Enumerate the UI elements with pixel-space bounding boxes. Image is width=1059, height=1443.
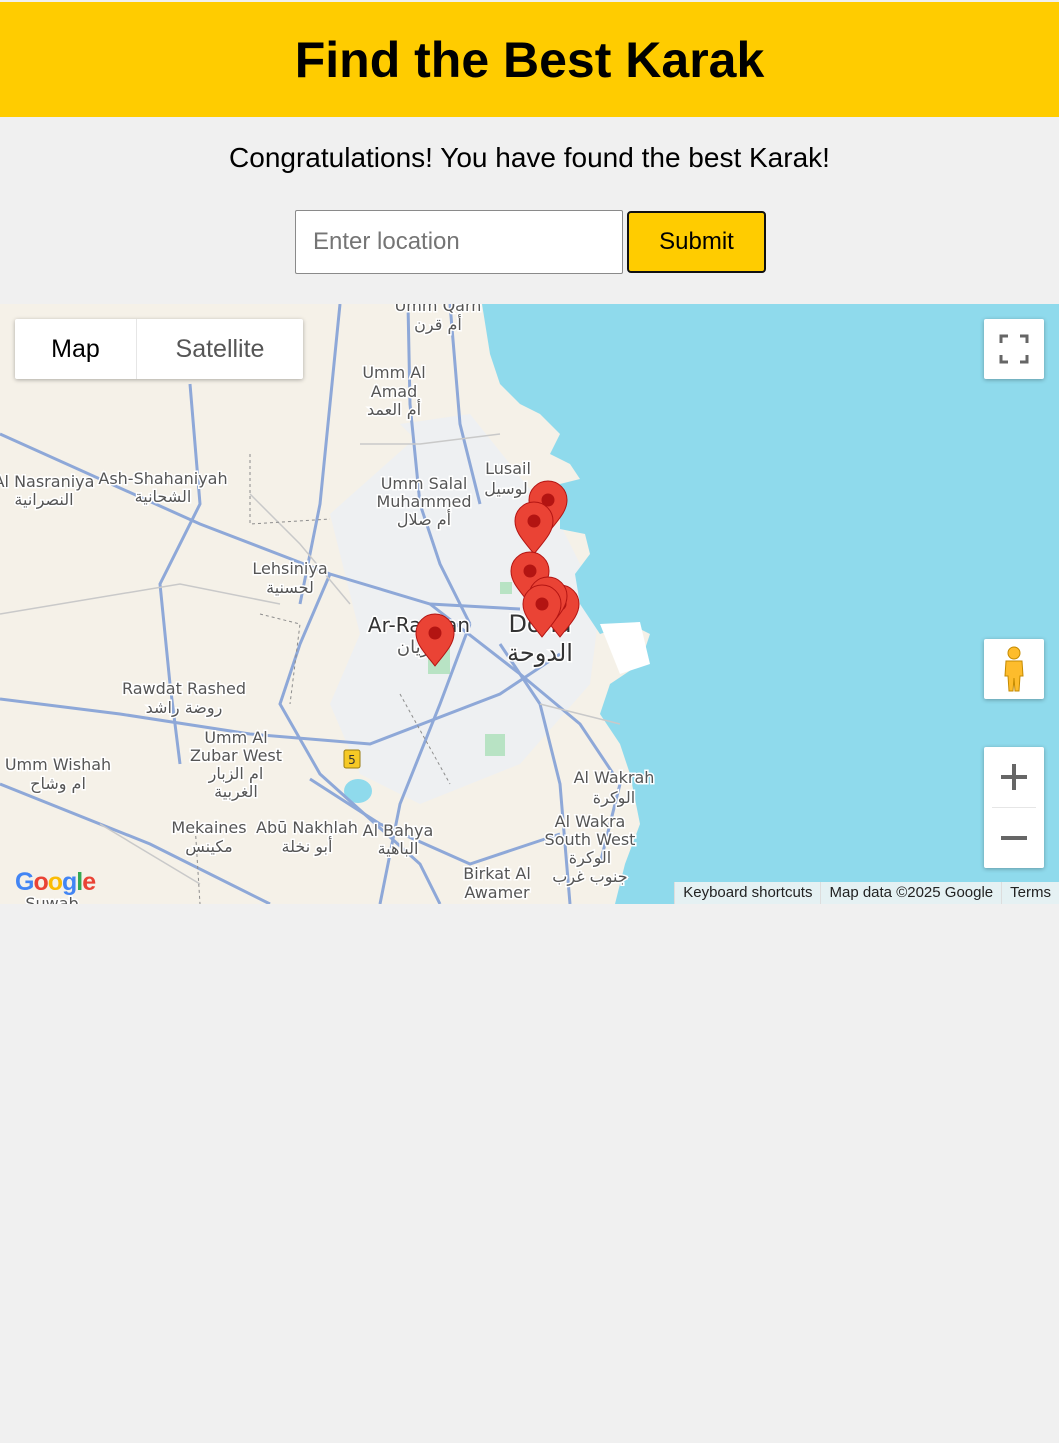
- label-umm-salal: Umm Salal: [381, 474, 468, 493]
- label-mekaines: Mekaines: [171, 818, 246, 837]
- map-canvas[interactable]: 5 Umm Qarn أم قرن Umm Al Amad أم العمد L…: [0, 304, 1059, 904]
- road-shield-5: 5: [348, 753, 356, 767]
- label-umm-wishah: Umm Wishah: [5, 755, 111, 774]
- fullscreen-icon: [999, 334, 1029, 364]
- label-umm-salal-2: Muhammed: [376, 492, 471, 511]
- label-al-bahya-ar: الباهية: [378, 839, 419, 858]
- zoom-control: [984, 747, 1044, 868]
- label-birkat: Birkat Al: [463, 864, 531, 883]
- label-umm-salal-ar: أم صلال: [397, 509, 451, 529]
- label-al-wakrah-ar: الوكرة: [593, 788, 635, 808]
- map-type-satellite-button[interactable]: Satellite: [137, 319, 303, 379]
- zoom-in-button[interactable]: [984, 747, 1044, 807]
- label-al-wakra-sw: Al Wakra: [555, 812, 626, 831]
- label-al-bahya: Al Bahya: [363, 821, 434, 840]
- label-umm-qarn-ar: أم قرن: [414, 314, 462, 335]
- terms-link[interactable]: Terms: [1001, 882, 1059, 904]
- success-message: Congratulations! You have found the best…: [229, 142, 830, 173]
- minus-icon: [1001, 836, 1027, 840]
- label-al-nasraniya: Al Nasraniya: [0, 472, 94, 491]
- label-umm-al-zubar: Umm Al: [204, 728, 267, 747]
- location-input[interactable]: [295, 210, 623, 274]
- label-doha-ar: الدوحة: [507, 639, 573, 667]
- google-logo[interactable]: Google: [15, 868, 96, 897]
- label-ash-shahaniyah-ar: الشحانية: [135, 487, 192, 506]
- street-view-pegman-button[interactable]: [984, 639, 1044, 699]
- label-al-wakra-sw-ar: الوكرة: [569, 848, 611, 868]
- label-umm-al-amad-2: Amad: [371, 382, 418, 401]
- label-lehsiniya: Lehsiniya: [252, 559, 327, 578]
- map-container[interactable]: 5 Umm Qarn أم قرن Umm Al Amad أم العمد L…: [0, 304, 1059, 904]
- label-ash-shahaniyah: Ash-Shahaniyah: [98, 469, 227, 488]
- label-umm-al-zubar-ar: ام الزبار: [208, 764, 264, 784]
- map-type-map-button[interactable]: Map: [15, 319, 137, 379]
- label-al-wakrah: Al Wakrah: [574, 768, 655, 787]
- map-attribution: Keyboard shortcuts Map data ©2025 Google…: [674, 882, 1059, 904]
- label-al-wakra-sw-2: South West: [545, 830, 636, 849]
- label-al-nasraniya-ar: النصرانية: [14, 490, 73, 510]
- label-al-wakra-sw-ar-2: جنوب غرب: [552, 867, 627, 887]
- label-mekaines-ar: مكينس: [185, 837, 232, 857]
- page-title: Find the Best Karak: [294, 31, 765, 88]
- label-abu-nakhlah-ar: أبو نخلة: [282, 836, 333, 857]
- map-data-attribution: Map data ©2025 Google: [820, 882, 1002, 904]
- zoom-out-button[interactable]: [984, 808, 1044, 868]
- label-umm-al-amad-ar: أم العمد: [367, 399, 421, 419]
- label-rawdat-rashed-ar: روضة راشد: [146, 698, 223, 718]
- label-umm-al-amad: Umm Al: [362, 363, 425, 382]
- map-type-control: Map Satellite: [15, 319, 303, 379]
- label-lusail: Lusail: [485, 459, 531, 478]
- label-lehsiniya-ar: لحسنية: [266, 578, 314, 597]
- label-umm-al-zubar-ar-2: الغربية: [214, 782, 258, 802]
- pegman-icon: [1004, 646, 1024, 692]
- label-umm-qarn: Umm Qarn: [395, 304, 482, 315]
- keyboard-shortcuts-link[interactable]: Keyboard shortcuts: [674, 882, 821, 904]
- fullscreen-button[interactable]: [984, 319, 1044, 379]
- label-rawdat-rashed: Rawdat Rashed: [122, 679, 246, 698]
- page-header: Find the Best Karak: [0, 2, 1059, 117]
- label-umm-al-zubar-2: Zubar West: [190, 746, 282, 765]
- submit-button[interactable]: Submit: [627, 211, 766, 273]
- label-abu-nakhlah: Abū Nakhlah: [256, 818, 358, 837]
- plus-icon: [1001, 764, 1027, 790]
- label-umm-wishah-ar: ام وشاح: [30, 774, 86, 794]
- label-lusail-ar: لوسيل: [484, 479, 528, 499]
- label-birkat-2: Awamer: [464, 883, 530, 902]
